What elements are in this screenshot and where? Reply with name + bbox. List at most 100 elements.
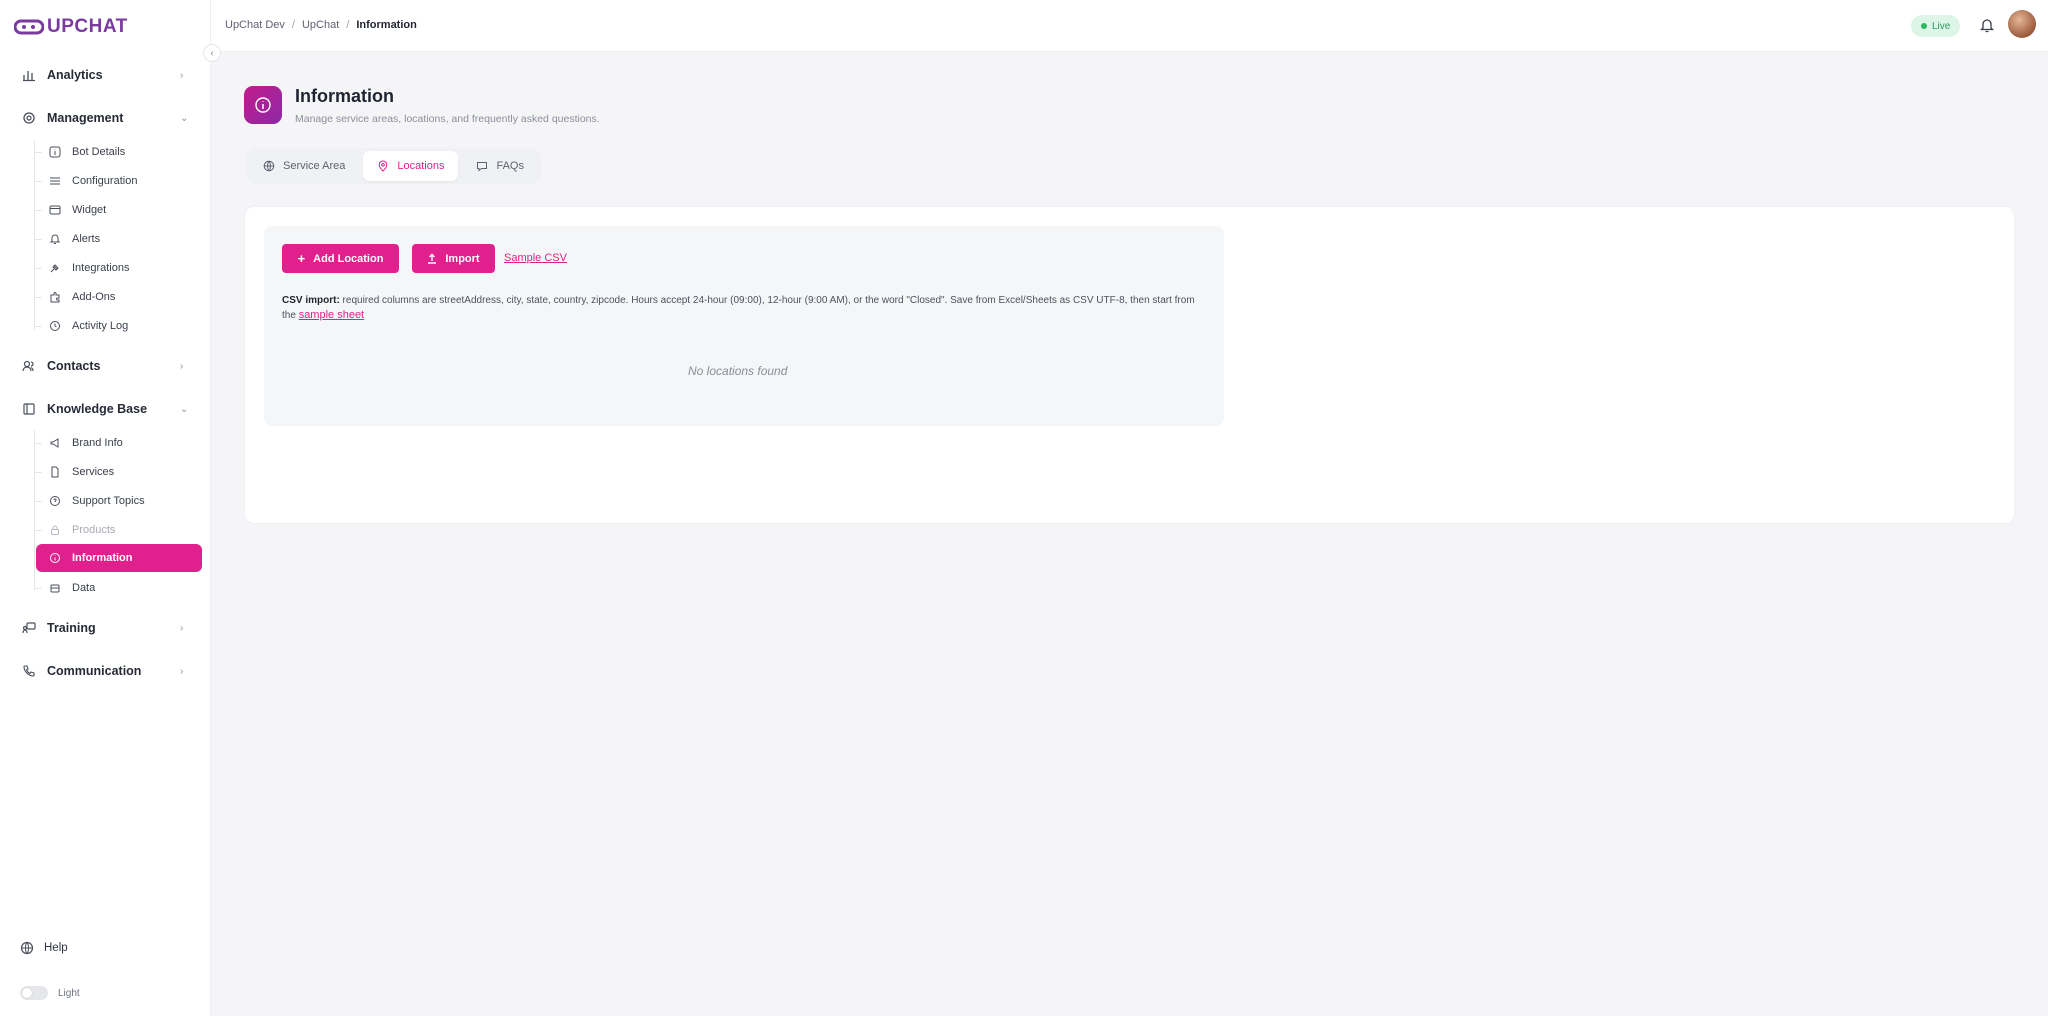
breadcrumb-item[interactable]: UpChat Dev [225,19,285,31]
logo-text: UPCHAT [47,16,128,37]
import-button[interactable]: Import [412,244,495,273]
tab-locations[interactable]: Locations [363,151,459,181]
globe-icon [263,160,275,172]
sidebar-item-label: Widget [72,204,107,216]
import-label: Import [445,252,480,265]
tree-line [34,430,35,590]
document-icon [48,465,62,479]
sidebar-item-label: Add-Ons [72,291,116,303]
puzzle-icon [48,290,62,304]
sidebar-item-label: Data [72,582,96,594]
globe-icon [20,941,34,955]
nav-group-training[interactable]: Training › [0,612,211,644]
sidebar-item-widget[interactable]: Widget [34,197,202,223]
clock-icon [48,319,62,333]
sidebar-item-label: Information [72,552,133,564]
sidebar-item-label: Configuration [72,175,138,187]
nav-group-label: Knowledge Base [47,402,148,416]
sample-sheet-link[interactable]: sample sheet [299,309,364,321]
nav-group-management[interactable]: Management ⌄ [0,102,211,134]
sidebar-item-products[interactable]: Products [34,517,202,543]
nav-group-analytics[interactable]: Analytics › [0,59,211,91]
page-info-icon [244,86,282,124]
sample-csv-link[interactable]: Sample CSV [504,252,567,264]
theme-switch[interactable] [20,986,48,1000]
chevron-right-icon: › [180,622,184,634]
breadcrumb-current: Information [356,19,417,31]
tab-bar: Service Area Locations FAQs [246,148,541,184]
tab-faqs[interactable]: FAQs [462,151,538,181]
help-circle-icon [48,494,62,508]
sidebar-item-data[interactable]: Data [34,575,202,601]
collapse-sidebar-button[interactable]: ‹ [203,44,221,62]
info-circle-icon [48,551,62,565]
logo[interactable]: UPCHAT [14,14,128,40]
sliders-icon [48,174,62,188]
sidebar: UPCHAT Analytics › Management ⌄ Bot Deta… [0,0,211,1016]
add-location-label: Add Location [313,252,384,265]
notifications-bell-icon[interactable] [1979,16,1995,34]
sidebar-item-activity-log[interactable]: Activity Log [34,313,202,339]
nav-group-label: Training [47,621,96,635]
nav-group-label: Contacts [47,359,101,373]
sidebar-item-alerts[interactable]: Alerts [34,226,202,252]
book-icon [21,401,37,417]
sidebar-item-label: Services [72,466,115,478]
map-pin-icon [379,160,388,172]
bell-icon [48,232,62,246]
upload-icon [428,253,437,264]
chevron-down-icon: ⌄ [180,112,189,124]
tab-label: Service Area [283,160,346,172]
nav-group-label: Communication [47,664,142,678]
logo-icon [14,19,44,35]
chevron-right-icon: › [180,69,184,81]
chevron-down-icon: ⌄ [180,403,189,415]
avatar[interactable] [2008,10,2036,38]
chat-bubble-icon [477,162,488,172]
csv-import-note-text: required columns are streetAddress, city… [282,295,1195,321]
sidebar-item-label: Products [72,524,116,536]
status-label: Live [1932,20,1951,32]
breadcrumb-item[interactable]: UpChat [302,19,339,31]
sidebar-item-integrations[interactable]: Integrations [34,255,202,281]
window-icon [48,203,62,217]
sidebar-item-services[interactable]: Services [34,459,202,485]
breadcrumb: UpChat Dev / UpChat / Information [225,19,417,31]
tab-service-area[interactable]: Service Area [249,151,359,181]
sidebar-item-label: Integrations [72,262,130,274]
sidebar-item-support-topics[interactable]: Support Topics [34,488,202,514]
plus-icon: + [297,251,306,266]
sidebar-item-information[interactable]: Information [36,544,202,572]
sidebar-item-label: Bot Details [72,146,126,158]
database-icon [48,581,62,595]
phone-icon [21,663,37,679]
info-card-icon [48,145,62,159]
csv-import-note-bold: CSV import: [282,295,340,306]
sidebar-item-label: Alerts [72,233,101,245]
sidebar-item-label: Activity Log [72,320,129,332]
sidebar-item-bot-details[interactable]: Bot Details [34,139,202,165]
nav-group-communication[interactable]: Communication › [0,655,211,687]
tab-label: Locations [397,160,445,172]
sidebar-item-add-ons[interactable]: Add-Ons [34,284,202,310]
add-location-button[interactable]: + Add Location [282,244,399,273]
page-title: Information [295,86,394,106]
theme-toggle[interactable]: Light [20,986,80,1000]
nav-group-label: Management [47,111,124,125]
plug-icon [48,261,62,275]
theme-label: Light [58,987,80,999]
empty-state: No locations found [688,364,788,378]
bar-chart-icon [21,67,37,83]
sidebar-item-configuration[interactable]: Configuration [34,168,202,194]
lock-icon [48,523,62,537]
sidebar-item-brand-info[interactable]: Brand Info [34,430,202,456]
nav-group-knowledge-base[interactable]: Knowledge Base ⌄ [0,393,211,425]
chevron-right-icon: › [180,360,184,372]
nav-group-contacts[interactable]: Contacts › [0,350,211,382]
help-link[interactable]: Help [20,941,68,955]
chevron-right-icon: › [180,665,184,677]
status-badge: Live [1911,15,1961,37]
tree-line [34,140,35,330]
topbar: UpChat Dev / UpChat / Information Live [211,0,2048,52]
users-icon [21,358,37,374]
